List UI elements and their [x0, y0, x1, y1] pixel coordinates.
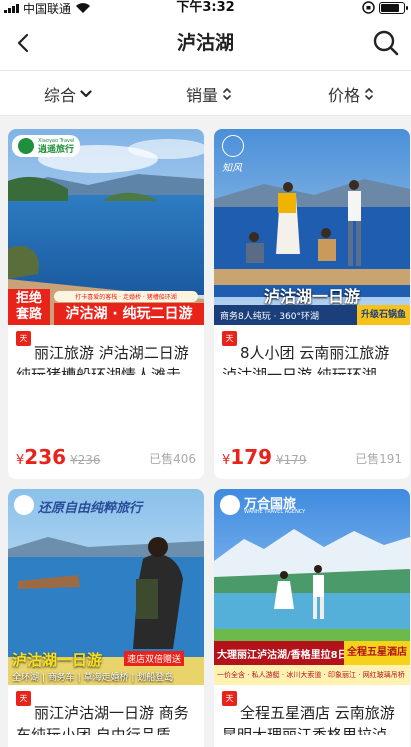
- product-title[interactable]: 天猫 丽江旅游 泸沽湖二日游 纯玩猪槽船环湖情人滩走…: [16, 331, 196, 375]
- original-price: ¥179: [276, 453, 307, 467]
- price: ¥236 ¥236: [16, 445, 101, 469]
- product-image[interactable]: 万合国旅 WANHE TRAVEL AGENCY 大理丽江泸沽湖/香格里拉8日 …: [214, 489, 410, 685]
- product-image[interactable]: 知风 泸沽湖一日游 商务8人纯玩 · 360°环湖 升级石锅鱼: [214, 129, 410, 325]
- image-subtitle: 商务8人纯玩 · 360°环湖: [220, 311, 319, 322]
- brand-logo-icon: [18, 138, 34, 154]
- sort-price[interactable]: 价格: [328, 71, 374, 117]
- battery-icon: [379, 1, 408, 14]
- sort-sales[interactable]: 销量: [186, 71, 232, 117]
- brand-logo-icon: [222, 135, 244, 157]
- tmall-badge: 天猫: [16, 691, 31, 718]
- status-time: 下午3:32: [176, 0, 235, 15]
- tmall-badge: 天猫: [16, 331, 31, 358]
- image-subtitle: 一价全含 · 私人游艇 · 冰川大索道 · 印象丽江 · 网红玻璃吊桥: [214, 665, 410, 685]
- product-image[interactable]: Xiaoyao Travel 逍遥旅行 拒绝套路 打卡喜爱的客栈 · 走婚桥 ·…: [8, 129, 204, 325]
- sort-price-label: 价格: [328, 86, 361, 105]
- brand-name: 知风: [222, 163, 242, 174]
- product-title[interactable]: 天猫 8人小团 云南丽江旅游 泸沽湖一日游 纯玩环湖…: [222, 331, 402, 375]
- brand-name: 逍遥旅行: [38, 145, 75, 155]
- product-card[interactable]: Xiaoyao Travel 逍遥旅行 拒绝套路 打卡喜爱的客栈 · 走婚桥 ·…: [8, 129, 204, 479]
- product-title-text: 全程五星酒店 云南旅游 昆明大理丽江香格里拉泸…: [222, 704, 402, 735]
- price-value: 179: [230, 445, 273, 469]
- product-title[interactable]: 天猫 丽江泸沽湖一日游 商务车纯玩小团 自由行品质…: [16, 691, 196, 735]
- product-image[interactable]: 还原自由纯粹旅行 泸沽湖一日游 速店双倍赠送 全环湖 | 商务车 | 草海走婚桥…: [8, 489, 204, 685]
- sort-comprehensive-label: 综合: [44, 86, 77, 105]
- page-title: 泸沽湖: [176, 32, 234, 54]
- tmall-badge: 天猫: [222, 691, 237, 718]
- sort-updown-icon: [365, 88, 373, 100]
- image-headline: 泸沽湖一日游: [263, 287, 360, 306]
- brand-logo-icon: [14, 495, 34, 515]
- promo-tag: 拒绝套路: [8, 289, 50, 325]
- price-row: ¥236 ¥236 已售406: [16, 445, 196, 469]
- product-title-text: 丽江旅游 泸沽湖二日游 纯玩猪槽船环湖情人滩走…: [16, 344, 196, 375]
- sold-count: 已售406: [149, 452, 196, 466]
- product-card[interactable]: 还原自由纯粹旅行 泸沽湖一日游 速店双倍赠送 全环湖 | 商务车 | 草海走婚桥…: [8, 489, 204, 747]
- chevron-down-icon: [80, 90, 92, 98]
- orientation-lock-icon: [362, 1, 375, 14]
- promo-tag: 升级石锅鱼: [356, 305, 410, 325]
- image-subtitle: 全环湖 | 商务车 | 草海走婚桥 | 划船登岛: [12, 673, 174, 683]
- image-headline: 泸沽湖一日游: [12, 651, 103, 669]
- promo-tag: 全程五星酒店: [344, 641, 410, 665]
- price-row: ¥179 ¥179 已售191: [222, 445, 402, 469]
- sort-updown-icon: [223, 88, 231, 100]
- image-headline: 大理丽江泸沽湖/香格里拉8日: [217, 649, 344, 661]
- brand-sub: WANHE TRAVEL AGENCY: [244, 509, 306, 515]
- product-title[interactable]: 天猫 全程五星酒店 云南旅游 昆明大理丽江香格里拉泸…: [222, 691, 402, 735]
- brand-name: 还原自由纯粹旅行: [38, 501, 143, 516]
- sort-sales-label: 销量: [186, 86, 219, 105]
- price: ¥179 ¥179: [222, 445, 307, 469]
- search-icon[interactable]: [371, 28, 401, 58]
- price-value: 236: [24, 445, 67, 469]
- tmall-badge: 天猫: [222, 331, 237, 358]
- brand-logo: Xiaoyao Travel 逍遥旅行: [12, 135, 81, 157]
- nav-bar: 泸沽湖: [0, 16, 411, 70]
- image-subtitle: 打卡喜爱的客栈 · 走婚桥 · 猪槽船环湖: [54, 291, 198, 302]
- product-title-text: 丽江泸沽湖一日游 商务车纯玩小团 自由行品质…: [16, 704, 189, 735]
- product-title-text: 8人小团 云南丽江旅游 泸沽湖一日游 纯玩环湖…: [222, 344, 392, 375]
- original-price: ¥236: [70, 453, 101, 467]
- image-headline: 泸沽湖 · 纯玩二日游: [54, 303, 204, 325]
- sold-count: 已售191: [355, 452, 402, 466]
- brand-logo-icon: [220, 495, 240, 515]
- status-bar: 中国联通 下午3:32: [0, 0, 411, 16]
- product-card[interactable]: 万合国旅 WANHE TRAVEL AGENCY 大理丽江泸沽湖/香格里拉8日 …: [214, 489, 410, 747]
- sort-comprehensive[interactable]: 综合: [44, 71, 92, 117]
- promo-tag: 速店双倍赠送: [124, 651, 185, 666]
- sort-bar: 综合 销量 价格: [0, 70, 411, 116]
- battery-level-fill: [381, 3, 399, 12]
- product-card[interactable]: 知风 泸沽湖一日游 商务8人纯玩 · 360°环湖 升级石锅鱼 天猫 8人小团 云…: [214, 129, 410, 479]
